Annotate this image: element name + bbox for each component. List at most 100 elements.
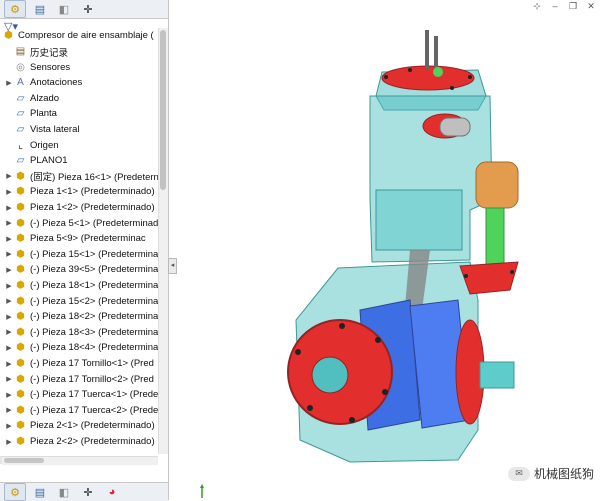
tree-item-label: Sensores (30, 61, 71, 73)
tree-horizontal-scrollbar[interactable] (2, 456, 158, 465)
expand-arrow-icon[interactable]: ▶ (4, 360, 14, 368)
config-tab-bottom[interactable]: ◧ (54, 484, 74, 500)
top-green-valve (433, 67, 443, 77)
tree-item-label: Pieza 2<1> (Predeterminado) (30, 420, 155, 432)
dimxpert-tab-bottom[interactable]: ✛ (78, 484, 98, 500)
tree-item-label: Planta (30, 108, 57, 120)
panel-tabs-top: ⚙ ▤ ◧ ✛ (0, 0, 168, 19)
tree-item[interactable]: ▱ Alzado (4, 91, 59, 106)
graphics-viewport[interactable] (172, 0, 602, 500)
expand-arrow-icon[interactable]: ▶ (4, 438, 14, 446)
property-tab[interactable]: ▤ (30, 1, 50, 17)
tree-item[interactable]: ▶ ⬢ (-) Pieza 18<4> (Predetermina (4, 340, 158, 355)
tree-item[interactable]: ▶ ⬢ (-) Pieza 17 Tuerca<1> (Prede (4, 387, 158, 402)
part-icon: ⬢ (16, 186, 25, 198)
tree-item[interactable]: ▶ ⬢ (-) Pieza 15<2> (Predetermina (4, 294, 158, 309)
tree-item[interactable]: ▶ ⬢ (-) Pieza 18<1> (Predetermina (4, 278, 158, 293)
tree-item-label: (-) Pieza 18<4> (Predetermina (30, 342, 158, 354)
property-tab-bottom[interactable]: ▤ (30, 484, 50, 500)
expand-arrow-icon[interactable]: ▶ (4, 235, 14, 243)
tree-item[interactable]: ▶ ⬢ Pieza 2<2> (Predeterminado) (4, 434, 155, 449)
part-icon: ⬢ (16, 373, 25, 385)
plane-icon: ▱ (16, 124, 25, 135)
tree-item-label: (-) Pieza 18<1> (Predetermina (30, 280, 158, 291)
tree-item[interactable]: ▶ A Anotaciones (4, 75, 82, 90)
side-port-pipe (439, 117, 471, 137)
expand-arrow-icon[interactable]: ▶ (4, 375, 14, 383)
orange-valve (475, 161, 519, 209)
config-icon: ◧ (58, 486, 70, 499)
tree-item[interactable]: ▶ ⬢ Pieza 1<1> (Predeterminado) (4, 184, 154, 199)
tree-item[interactable]: ⌞ Origen (4, 138, 59, 153)
expand-arrow-icon[interactable]: ▶ (4, 204, 14, 212)
arm-bracket (459, 261, 519, 295)
tree-item[interactable]: ▶ ⬢ (固定) Pieza 16<1> (Predetern (4, 169, 158, 184)
tree-item-label: (-) Pieza 15<2> (Predetermina (30, 295, 158, 307)
part-icon: ⬢ (16, 233, 25, 245)
appearance-tab[interactable]: ◕ (102, 484, 122, 500)
tree-item[interactable]: ▶ ⬢ Pieza 2<1> (Predeterminado) (4, 418, 155, 433)
plane-icon: ▱ (16, 92, 25, 104)
tree-item[interactable]: ▱ PLANO1 (4, 153, 68, 168)
tree-item-label: Pieza 5<9> (Predeterminac (30, 233, 146, 245)
part-icon: ⬢ (16, 436, 25, 447)
expand-arrow-icon[interactable]: ▶ (4, 79, 14, 87)
feature-tree-tab[interactable]: ⚙ (4, 0, 26, 18)
tree-item[interactable]: ▱ Planta (4, 106, 57, 121)
part-icon: ⬢ (16, 264, 25, 276)
tree-item-label: Pieza 1<2> (Predeterminado) (30, 202, 155, 213)
expand-arrow-icon[interactable]: ▶ (4, 344, 14, 352)
feature-tree-icon: ⚙ (10, 3, 20, 16)
tree-item[interactable]: ▶ ⬢ (-) Pieza 18<3> (Predetermina (4, 325, 158, 340)
origin-icon: ⌞ (18, 139, 23, 151)
tree-item[interactable]: ▶ ⬢ Pieza 5<9> (Predeterminac (4, 231, 146, 246)
expand-arrow-icon[interactable]: ▶ (4, 328, 14, 336)
feature-manager-panel: ⚙ ▤ ◧ ✛ ▽▾ ⬢ Compresor de aire ensamblaje… (0, 0, 169, 501)
tree-item[interactable]: ▶ ⬢ (-) Pieza 18<2> (Predetermina (4, 309, 158, 324)
expand-arrow-icon[interactable]: ▶ (4, 406, 14, 414)
part-icon: ⬢ (16, 280, 25, 291)
tree-root-label: Compresor de aire ensamblaje ( (18, 30, 154, 41)
tree-item[interactable]: ▱ Vista lateral (4, 122, 80, 137)
expand-arrow-icon[interactable]: ▶ (4, 282, 14, 290)
panel-tabs-bottom: ⚙ ▤ ◧ ✛ ◕ (0, 482, 168, 501)
tree-item[interactable]: ▶ ⬢ Pieza 1<2> (Predeterminado) (4, 200, 155, 215)
scroll-thumb[interactable] (160, 30, 166, 190)
crosshair-icon: ✛ (83, 486, 93, 499)
tree-item-label: Pieza 2<2> (Predeterminado) (30, 436, 155, 447)
tree-item[interactable]: ▶ ⬢ (-) Pieza 15<1> (Predetermina (4, 247, 158, 262)
tree-root-assembly[interactable]: ⬢ Compresor de aire ensamblaje ( (2, 28, 154, 43)
expand-arrow-icon[interactable]: ▶ (4, 297, 14, 305)
tree-item[interactable]: ◎ Sensores (4, 60, 70, 75)
expand-arrow-icon[interactable]: ▶ (4, 266, 14, 274)
tree-item-label: (-) Pieza 17 Tuerca<2> (Prede (30, 404, 158, 416)
expand-arrow-icon[interactable]: ▶ (4, 250, 14, 258)
tree-item[interactable]: ▤ 历史记录 (4, 44, 68, 59)
property-icon: ▤ (34, 486, 46, 499)
config-tab[interactable]: ◧ (54, 1, 74, 17)
wechat-icon: ✉ (507, 466, 530, 481)
hscroll-thumb[interactable] (4, 458, 44, 463)
tree-item[interactable]: ▶ ⬢ (-) Pieza 17 Tornillo<1> (Pred (4, 356, 154, 371)
tree-item[interactable]: ▶ ⬢ (-) Pieza 17 Tuerca<2> (Prede (4, 403, 158, 418)
feature-tree-tab-bottom[interactable]: ⚙ (4, 483, 26, 501)
expand-arrow-icon[interactable]: ▶ (4, 313, 14, 321)
tree-vertical-scrollbar[interactable] (158, 28, 168, 454)
expand-arrow-icon[interactable]: ▶ (4, 172, 14, 180)
watermark-text: 机械图纸狗 (533, 467, 594, 481)
tree-item-label: (固定) Pieza 16<1> (Predetern (30, 172, 158, 184)
tree-item[interactable]: ▶ ⬢ (-) Pieza 39<5> (Predetermina (4, 262, 158, 277)
part-icon: ⬢ (16, 404, 25, 416)
tree-item[interactable]: ▶ ⬢ (-) Pieza 5<1> (Predeterminad (4, 216, 158, 231)
expand-arrow-icon[interactable]: ▶ (4, 188, 14, 196)
part-icon: ⬢ (16, 248, 25, 260)
watermark: ✉ 机械图纸狗 (507, 465, 594, 482)
expand-arrow-icon[interactable]: ▶ (4, 391, 14, 399)
tree-item-label: Origen (30, 139, 59, 151)
expand-arrow-icon[interactable]: ▶ (4, 219, 14, 227)
tree-item[interactable]: ▶ ⬢ (-) Pieza 17 Tornillo<2> (Pred (4, 372, 154, 387)
expand-arrow-icon[interactable]: ▶ (4, 422, 14, 430)
crank-shaft (479, 361, 515, 389)
dimxpert-tab[interactable]: ✛ (78, 1, 98, 17)
tree-item-label: (-) Pieza 18<2> (Predetermina (30, 311, 158, 323)
